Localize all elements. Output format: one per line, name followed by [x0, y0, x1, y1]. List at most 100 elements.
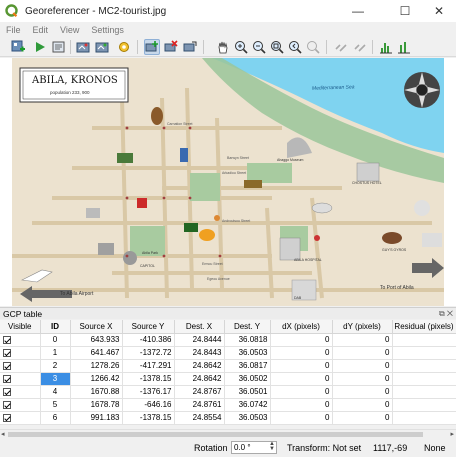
cell-source-x[interactable]: 1278.26: [70, 359, 123, 373]
close-button[interactable]: ✕: [425, 0, 453, 22]
cell-dy[interactable]: 0: [332, 411, 393, 425]
visible-checkbox[interactable]: [0, 346, 41, 360]
pan-icon[interactable]: [215, 39, 231, 55]
cell-source-x[interactable]: 1678.78: [70, 398, 123, 412]
column-header[interactable]: Visible: [0, 320, 41, 334]
cell-residual[interactable]: [392, 385, 456, 399]
scrollbar-thumb[interactable]: [8, 432, 423, 437]
start-georeferencing-icon[interactable]: [32, 39, 48, 55]
visible-checkbox[interactable]: [0, 398, 41, 412]
cell-dest-x[interactable]: 24.8642: [174, 359, 225, 373]
cell-residual[interactable]: [392, 398, 456, 412]
cell-source-y[interactable]: -1376.17: [122, 385, 175, 399]
cell-dy[interactable]: 0: [332, 385, 393, 399]
cell-source-y[interactable]: -417.291: [122, 359, 175, 373]
move-point-icon[interactable]: [182, 39, 198, 55]
visible-checkbox[interactable]: [0, 385, 41, 399]
column-header[interactable]: Source Y: [122, 320, 175, 334]
cell-source-y[interactable]: -410.386: [122, 333, 175, 347]
cell-residual[interactable]: [392, 359, 456, 373]
table-row[interactable]: 2 1278.26 -417.291 24.8642 36.0817 0 0: [0, 359, 456, 373]
cell-source-y[interactable]: -1372.72: [122, 346, 175, 360]
cell-dest-y[interactable]: 36.0818: [224, 333, 271, 347]
cell-id[interactable]: 5: [40, 398, 71, 412]
cell-source-y[interactable]: -1378.15: [122, 372, 175, 386]
zoom-next-icon[interactable]: [305, 39, 321, 55]
column-header[interactable]: dX (pixels): [270, 320, 333, 334]
cell-dest-x[interactable]: 24.8443: [174, 346, 225, 360]
cell-id[interactable]: 6: [40, 411, 71, 425]
cell-id[interactable]: 0: [40, 333, 71, 347]
full-histogram-icon[interactable]: [378, 39, 394, 55]
cell-residual[interactable]: [392, 372, 456, 386]
visible-checkbox[interactable]: [0, 372, 41, 386]
cell-dest-y[interactable]: 36.0503: [224, 346, 271, 360]
local-histogram-icon[interactable]: [396, 39, 412, 55]
cell-dx[interactable]: 0: [270, 333, 333, 347]
table-row[interactable]: 6 991.183 -1378.15 24.8554 36.0503 0 0: [0, 411, 456, 425]
menu-edit[interactable]: Edit: [27, 25, 55, 35]
column-header[interactable]: Dest. Y: [224, 320, 271, 334]
cell-dest-x[interactable]: 24.8554: [174, 411, 225, 425]
cell-source-x[interactable]: 991.183: [70, 411, 123, 425]
table-row[interactable]: 1 641.467 -1372.72 24.8443 36.0503 0 0: [0, 346, 456, 360]
cell-dest-x[interactable]: 24.8642: [174, 372, 225, 386]
cell-dest-y[interactable]: 36.0502: [224, 372, 271, 386]
menu-settings[interactable]: Settings: [85, 25, 130, 35]
cell-source-x[interactable]: 1266.42: [70, 372, 123, 386]
add-point-icon[interactable]: [144, 39, 160, 55]
cell-source-x[interactable]: 1670.88: [70, 385, 123, 399]
menu-file[interactable]: File: [0, 25, 27, 35]
panel-float-close-icon[interactable]: ⧉ ✕: [439, 309, 453, 319]
table-row[interactable]: 5 1678.78 -646.16 24.8761 36.0742 0 0: [0, 398, 456, 412]
cell-source-x[interactable]: 641.467: [70, 346, 123, 360]
cell-dy[interactable]: 0: [332, 398, 393, 412]
cell-residual[interactable]: [392, 333, 456, 347]
cell-dx[interactable]: 0: [270, 346, 333, 360]
cell-dest-x[interactable]: 24.8761: [174, 398, 225, 412]
save-gcp-icon[interactable]: [94, 39, 110, 55]
cell-dest-y[interactable]: 36.0503: [224, 411, 271, 425]
cell-dest-y[interactable]: 36.0501: [224, 385, 271, 399]
cell-dx[interactable]: 0: [270, 359, 333, 373]
table-row-selected[interactable]: 3 1266.42 -1378.15 24.8642 36.0502 0 0: [0, 372, 456, 386]
cell-source-y[interactable]: -1378.15: [122, 411, 175, 425]
cell-dx[interactable]: 0: [270, 385, 333, 399]
cell-id[interactable]: 4: [40, 385, 71, 399]
cell-dy[interactable]: 0: [332, 333, 393, 347]
zoom-last-icon[interactable]: [287, 39, 303, 55]
delete-point-icon[interactable]: [163, 39, 179, 55]
cell-id[interactable]: 2: [40, 359, 71, 373]
maximize-button[interactable]: ☐: [391, 0, 419, 22]
cell-source-x[interactable]: 643.933: [70, 333, 123, 347]
cell-dy[interactable]: 0: [332, 359, 393, 373]
cell-dy[interactable]: 0: [332, 346, 393, 360]
crs-status[interactable]: None: [424, 443, 446, 453]
cell-dest-x[interactable]: 24.8767: [174, 385, 225, 399]
cell-dx[interactable]: 0: [270, 398, 333, 412]
scroll-right-icon[interactable]: ▸: [450, 430, 454, 438]
cell-dx[interactable]: 0: [270, 411, 333, 425]
link-georeferencer-icon[interactable]: [333, 39, 349, 55]
scroll-left-icon[interactable]: ◂: [1, 430, 5, 438]
cell-residual[interactable]: [392, 346, 456, 360]
load-gcp-icon[interactable]: [75, 39, 91, 55]
column-header[interactable]: Source X: [70, 320, 123, 334]
generate-script-icon[interactable]: [51, 39, 67, 55]
cell-dx[interactable]: 0: [270, 372, 333, 386]
zoom-out-icon[interactable]: [251, 39, 267, 55]
horizontal-scrollbar[interactable]: ◂ ▸: [0, 429, 456, 438]
cell-dest-x[interactable]: 24.8444: [174, 333, 225, 347]
cell-dy[interactable]: 0: [332, 372, 393, 386]
map-canvas[interactable]: ABILA, KRONOS population 233, 900 Medite…: [12, 58, 444, 306]
cell-residual[interactable]: [392, 411, 456, 425]
add-raster-icon[interactable]: [10, 39, 26, 55]
minimize-button[interactable]: —: [344, 0, 372, 22]
menu-view[interactable]: View: [54, 25, 85, 35]
table-row[interactable]: 4 1670.88 -1376.17 24.8767 36.0501 0 0: [0, 385, 456, 399]
cell-dest-y[interactable]: 36.0742: [224, 398, 271, 412]
cell-id[interactable]: 1: [40, 346, 71, 360]
rotation-spinner-icon[interactable]: ▲ ▼: [269, 441, 275, 452]
zoom-layer-icon[interactable]: [269, 39, 285, 55]
cell-source-y[interactable]: -646.16: [122, 398, 175, 412]
